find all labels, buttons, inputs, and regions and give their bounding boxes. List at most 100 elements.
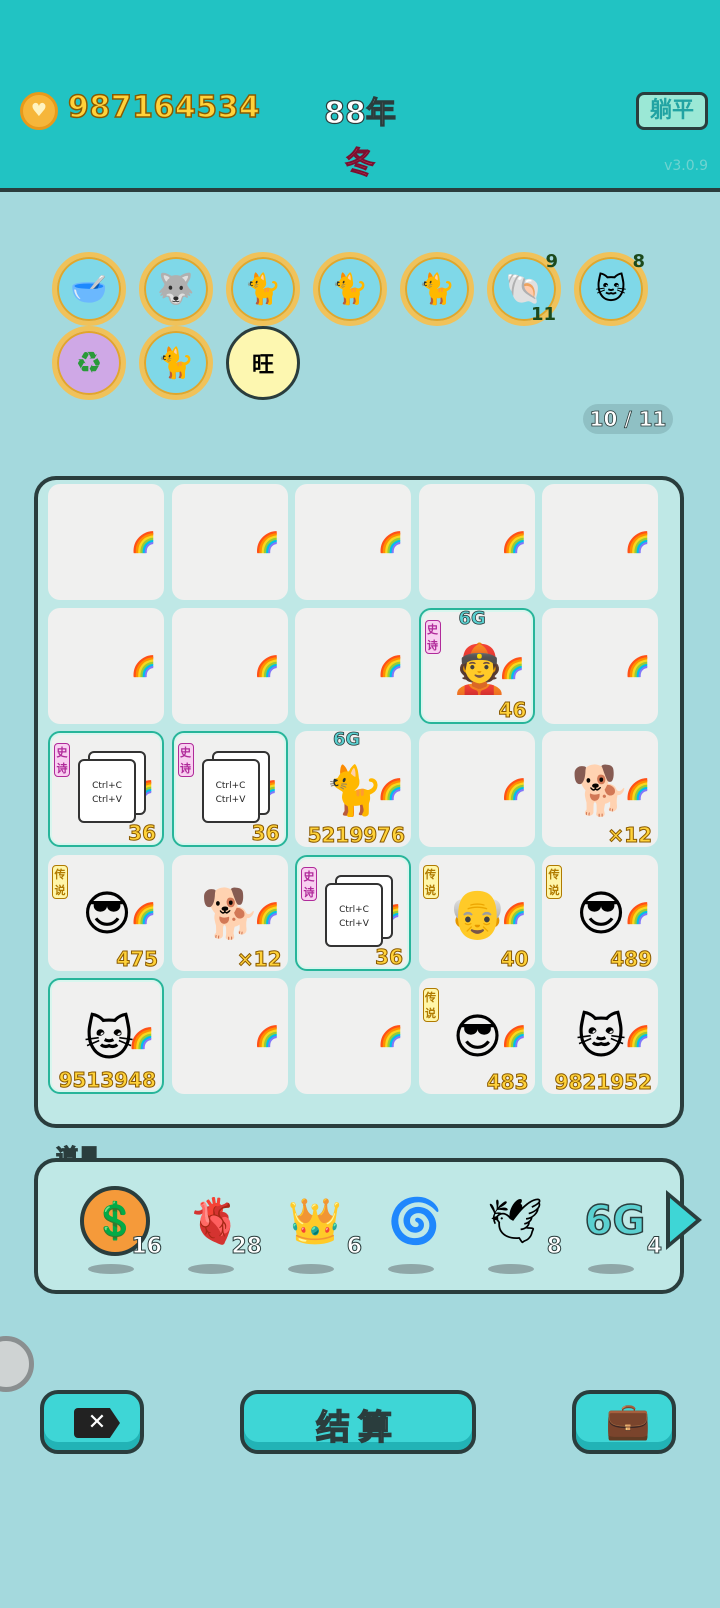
copy-paste-card: Ctrl+C Ctrl+V bbox=[325, 882, 383, 947]
cat-pair-coin-icon[interactable]: 🐈 bbox=[400, 252, 474, 326]
board-cell[interactable]: 🌈 bbox=[542, 484, 658, 600]
character-icon: 🐱 bbox=[575, 1009, 627, 1065]
board-cell[interactable]: 🌈 bbox=[171, 484, 288, 600]
rarity-tag: 传说 bbox=[546, 864, 562, 899]
board-cell[interactable]: 🌈 🐕 ×12 bbox=[171, 854, 288, 971]
copy-card-line: Ctrl+V bbox=[92, 795, 122, 805]
cat-pair-coin-glyph: 🐈 bbox=[244, 271, 282, 307]
character-icon: 😎 bbox=[81, 885, 133, 942]
board-cell[interactable]: 🌈 🐱 9513948 bbox=[48, 978, 164, 1094]
board-cell[interactable]: 🌈 bbox=[295, 978, 411, 1094]
food-bowl-glyph: 🥣 bbox=[70, 271, 108, 307]
6g-label: 6G bbox=[333, 729, 361, 751]
tool-shadow bbox=[388, 1264, 434, 1274]
character-icon: 👲 bbox=[449, 641, 510, 697]
shell-icon[interactable]: 🐚 9 11 bbox=[487, 251, 561, 326]
cat-coin-glyph: 🐱 bbox=[595, 271, 627, 307]
husky-sunglasses-icon[interactable]: 🐺 bbox=[139, 252, 213, 326]
rarity-tag: 传说 bbox=[52, 864, 68, 899]
cat-pair-coin-glyph: 🐈 bbox=[418, 271, 456, 307]
rarity-tag: 传说 bbox=[422, 988, 439, 1022]
character-icon: 👴 bbox=[447, 886, 508, 942]
tool-shadow bbox=[588, 1264, 634, 1274]
recycle-glyph: ♻ bbox=[75, 345, 103, 381]
cell-value: 483 bbox=[486, 1070, 529, 1095]
tool-item[interactable]: 🫀 28 bbox=[172, 1186, 262, 1276]
character-icon: 😎 bbox=[575, 885, 627, 942]
wang-glyph: 旺 bbox=[251, 353, 274, 378]
board-cell[interactable]: 🌈Ctrl+CCtrl+V史诗36 bbox=[171, 731, 288, 847]
tool-count: 6 bbox=[346, 1234, 362, 1260]
board-cell[interactable]: 🌈 bbox=[295, 607, 411, 724]
board-cell[interactable]: 🌈 bbox=[542, 607, 658, 724]
lie-flat-button[interactable]: 躺平 bbox=[636, 92, 708, 130]
rarity-tag: 史诗 bbox=[301, 866, 317, 901]
rainbow-icon: 🌈 bbox=[501, 530, 527, 554]
rarity-tag: 史诗 bbox=[424, 619, 441, 654]
board-cell[interactable]: 🌈 bbox=[418, 484, 535, 600]
exit-button[interactable]: ✕ bbox=[40, 1390, 144, 1454]
version-label: v3.0.9 bbox=[664, 158, 708, 174]
rarity-tag: 传说 bbox=[422, 864, 439, 899]
game-board: 🌈🌈🌈🌈🌈🌈🌈🌈🌈👲史诗6G46🌈🌈Ctrl+CCtrl+V史诗36🌈Ctrl+… bbox=[34, 476, 684, 1128]
copy-card-line: Ctrl+C bbox=[339, 904, 369, 915]
rarity-tag: 史诗 bbox=[177, 743, 194, 777]
wang-icon[interactable]: 旺 bbox=[226, 326, 300, 400]
copy-card-line: Ctrl+C bbox=[92, 781, 122, 791]
crown-icon: 👑 bbox=[287, 1196, 343, 1247]
copy-paste-card: Ctrl+C Ctrl+V bbox=[201, 759, 260, 823]
cat-coin-icon[interactable]: 🐱 8 bbox=[574, 251, 648, 326]
copy-card-line: Ctrl+C bbox=[215, 781, 246, 791]
rainbow-icon: 🌈 bbox=[254, 1024, 280, 1048]
cell-value: 475 bbox=[116, 946, 159, 971]
top-bar: ♥ 987164534 88年 冬 躺平 v3.0.9 bbox=[0, 0, 720, 192]
board-cell[interactable]: 🌈 👲 史诗 6G 46 bbox=[418, 607, 535, 724]
board-cell[interactable]: 🌈 bbox=[171, 978, 288, 1094]
board-cell[interactable]: 🌈 bbox=[48, 484, 164, 600]
year-label: 88年 bbox=[324, 95, 397, 131]
rainbow-icon: 🌈 bbox=[378, 653, 403, 678]
board-cell[interactable]: 🌈 bbox=[295, 484, 411, 600]
rainbow-icon: 🌈 bbox=[378, 1024, 403, 1048]
rainbow-icon: 🌈 bbox=[625, 653, 650, 678]
tool-item[interactable]: 🕊 8 bbox=[472, 1186, 563, 1276]
tool-item[interactable]: 👑 6 bbox=[272, 1186, 363, 1276]
recycle-icon[interactable]: ♻ bbox=[52, 326, 126, 400]
board-cell[interactable]: 🌈 😎 传说 483 bbox=[418, 978, 535, 1095]
tool-item[interactable]: 💲 16 bbox=[72, 1186, 162, 1276]
board-cell[interactable]: 🌈 bbox=[48, 607, 164, 724]
page-counter: 10 / 11 bbox=[583, 404, 673, 434]
cell-value: 46 bbox=[498, 697, 527, 722]
board-cell[interactable]: 🌈 bbox=[418, 731, 535, 847]
food-bowl-icon[interactable]: 🥣 bbox=[52, 252, 126, 326]
side-avatar[interactable] bbox=[0, 1336, 34, 1392]
rainbow-icon: 🌈 bbox=[131, 530, 156, 554]
board-cell[interactable]: 🌈Ctrl+CCtrl+V史诗36 bbox=[295, 854, 411, 971]
board-cell[interactable]: 🌈 🐕 ×12 bbox=[542, 731, 658, 848]
rainbow-icon: 🌈 bbox=[254, 530, 280, 554]
tool-count: 16 bbox=[131, 1234, 163, 1260]
board-cell[interactable]: 🌈 😎 传说 475 bbox=[48, 854, 164, 971]
cell-value: 40 bbox=[500, 946, 529, 971]
cat-pair-coin-icon[interactable]: 🐈 bbox=[226, 252, 300, 326]
settle-label: 结算 bbox=[315, 1407, 400, 1449]
cat-pair-coin-icon[interactable]: 🐈 bbox=[313, 252, 387, 326]
tools-next-arrow-fill[interactable] bbox=[670, 1198, 696, 1242]
tool-item[interactable]: 🌀 bbox=[372, 1186, 462, 1276]
rainbow-icon: 🌈 bbox=[625, 530, 650, 554]
tool-item[interactable]: 6G 4 bbox=[572, 1186, 663, 1276]
settle-button[interactable]: 结算 bbox=[240, 1390, 476, 1454]
badge-count-top: 8 bbox=[632, 251, 645, 272]
board-cell[interactable]: 🌈 👴 传说 40 bbox=[418, 854, 535, 971]
exit-icon: ✕ bbox=[74, 1408, 120, 1438]
board-cell[interactable]: 🌈 🐱 9821952 bbox=[542, 978, 658, 1095]
board-cell[interactable]: 🌈 😎 传说 489 bbox=[542, 854, 658, 971]
cat-pair-coin-icon[interactable]: 🐈 bbox=[139, 326, 213, 400]
board-cell[interactable]: 🌈 bbox=[171, 607, 288, 724]
tool-count: 4 bbox=[646, 1234, 662, 1260]
board-cell[interactable]: 🌈Ctrl+CCtrl+V史诗36 bbox=[48, 731, 164, 847]
briefcase-icon: 💼 bbox=[605, 1401, 651, 1442]
briefcase-button[interactable]: 💼 bbox=[572, 1390, 676, 1454]
tool-count: 28 bbox=[231, 1234, 263, 1260]
board-cell[interactable]: 🌈 🐈 6G 5219976 bbox=[295, 729, 411, 848]
